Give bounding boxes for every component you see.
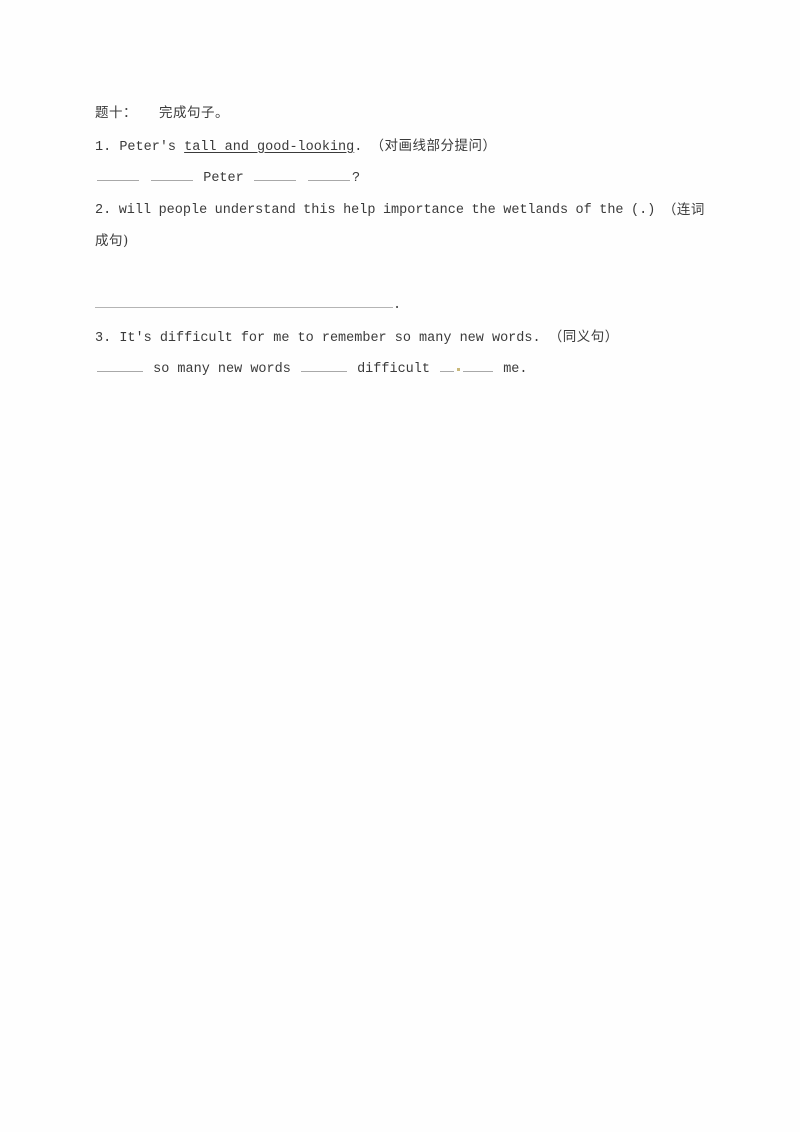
- answer-blank-long[interactable]: [95, 296, 393, 308]
- question-3-annot-spacer: [541, 331, 549, 346]
- blank-gap: [195, 171, 203, 186]
- question-3-sentence: It's difficult for me to remember so man…: [119, 330, 541, 346]
- blank-spacer-row: [95, 259, 705, 291]
- question-1-index: 1.: [95, 139, 112, 155]
- worksheet-content: 题十： 完成句子。 1. Peter's tall and good-lookin…: [95, 98, 705, 386]
- question-3-index: 3.: [95, 330, 112, 346]
- blank-gap: [298, 171, 306, 186]
- question-2-answer-line: .: [95, 290, 705, 322]
- blank-gap: [244, 171, 252, 186]
- blank-gap: [145, 362, 153, 377]
- blank-gap: [349, 362, 357, 377]
- question-2-annotation-tail: 成句): [95, 233, 129, 249]
- question-2-word: will: [118, 202, 152, 218]
- question-3-answer-segment-3: me.: [503, 362, 528, 377]
- question-3-text: 3. It's difficult for me to remember so …: [95, 322, 705, 355]
- question-2-word: wetlands: [503, 202, 569, 218]
- question-2-word: of: [575, 202, 592, 218]
- question-1-annotation: （对画线部分提问）: [370, 137, 497, 154]
- question-2-annotation-start: （连词: [662, 201, 705, 218]
- question-2-word: importance: [382, 202, 464, 218]
- question-2-punct: (.): [631, 202, 656, 218]
- question-3-answer-line: so many new words difficult me.: [95, 354, 705, 386]
- answer-blank[interactable]: [307, 169, 350, 181]
- section-title-text: 完成句子。: [159, 105, 229, 121]
- question-2-text: 2. will people understand this help impo…: [95, 195, 705, 227]
- answer-blank[interactable]: [151, 169, 194, 181]
- question-1-answer-middle-word: Peter: [203, 171, 244, 186]
- answer-blank[interactable]: [97, 169, 139, 181]
- answer-blank[interactable]: [97, 360, 143, 372]
- document-page: 题十： 完成句子。 1. Peter's tall and good-lookin…: [0, 0, 800, 1132]
- blank-gap: [141, 171, 149, 186]
- blank-gap: [291, 362, 299, 377]
- question-3-annotation: （同义句）: [548, 328, 619, 345]
- question-2-word: help: [343, 202, 376, 218]
- question-2-index: 2.: [95, 202, 112, 218]
- stray-dot-mark: [457, 368, 461, 371]
- question-2-word: this: [303, 202, 336, 218]
- answer-blank[interactable]: [300, 360, 347, 372]
- answer-blank[interactable]: [440, 360, 455, 372]
- blank-gap: [495, 362, 503, 377]
- question-2-word: the: [599, 202, 624, 218]
- section-title: 题十： 完成句子。: [95, 98, 705, 131]
- question-1-text: 1. Peter's tall and good-looking. （对画线部分…: [95, 131, 705, 164]
- blank-gap: [430, 362, 438, 377]
- question-2-annotation-continued: 成句): [95, 226, 705, 259]
- question-1-answer-end-mark: ?: [351, 171, 361, 186]
- question-1-underlined-phrase: tall and good-looking: [184, 139, 355, 155]
- question-3-answer-segment-1: so many new words: [153, 362, 291, 377]
- answer-blank[interactable]: [253, 169, 296, 181]
- section-number-label: 题十：: [95, 105, 137, 121]
- question-2-word: understand: [214, 202, 296, 218]
- question-1-prefix: Peter's: [119, 139, 185, 155]
- question-3-answer-segment-2: difficult: [357, 362, 430, 377]
- question-1-answer-line: Peter ?: [95, 163, 705, 195]
- question-2-word: the: [471, 202, 496, 218]
- answer-blank[interactable]: [463, 360, 494, 372]
- question-2-answer-end-mark: .: [393, 298, 402, 313]
- question-2-word: people: [158, 202, 208, 218]
